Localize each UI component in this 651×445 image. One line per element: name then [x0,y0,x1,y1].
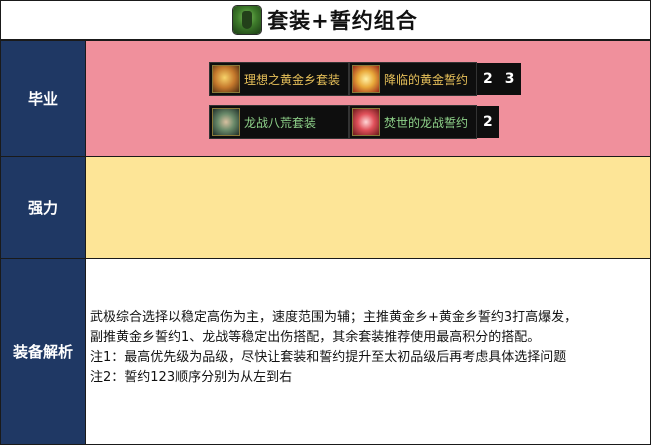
row-biye: 毕业 理想之黄金乡套装 降临的黄金誓约 2 3 龙战八荒套装 焚世的龙战誓约 2 [1,41,650,157]
combo-line-2: 龙战八荒套装 焚世的龙战誓约 2 [210,106,499,138]
combo-table: 套装+誓约组合 毕业 理想之黄金乡套装 降临的黄金誓约 2 3 龙战八荒套装 焚… [0,0,651,445]
oath-rank-box: 2 [477,106,499,138]
oath-name: 焚世的龙战誓约 [384,115,469,130]
red-orb-icon [352,108,381,136]
title-bar: 套装+誓约组合 [1,1,650,41]
suit-name: 龙战八荒套装 [244,115,317,130]
oath-item[interactable]: 焚世的龙战誓约 [350,106,477,138]
row-content-biye: 理想之黄金乡套装 降临的黄金誓约 2 3 龙战八荒套装 焚世的龙战誓约 2 [86,41,650,156]
oath-item[interactable]: 降临的黄金誓约 [350,63,477,95]
combo-line-1: 理想之黄金乡套装 降临的黄金誓约 2 3 [210,63,521,95]
golden-beast-icon [212,65,240,93]
row-qiangli: 强力 [1,157,650,259]
analysis-line: 副推黄金乡誓约1、龙战等稳定出伤搭配，其余套装推荐使用最高积分的搭配。 [90,330,541,345]
oath-rank: 3 [504,71,515,87]
row-label-qiangli: 强力 [1,157,86,258]
oath-rank-box: 2 3 [477,63,521,95]
analysis-line: 武极综合选择以稳定高伤为主，速度范围为辅；主推黄金乡+黄金乡誓约3打高爆发， [90,310,578,325]
page-title: 套装+誓约组合 [267,9,418,33]
row-content-jiexi: 武极综合选择以稳定高伤为主，速度范围为辅；主推黄金乡+黄金乡誓约3打高爆发， 副… [86,259,650,444]
oath-rank: 2 [483,114,493,130]
oath-name: 降临的黄金誓约 [384,72,469,87]
oath-rank: 2 [483,71,493,87]
row-label-jiexi: 装备解析 [1,259,86,444]
green-armor-icon [233,6,262,34]
suit-item[interactable]: 理想之黄金乡套装 [210,63,349,95]
dragon-icon [212,108,240,136]
suit-item[interactable]: 龙战八荒套装 [210,106,349,138]
row-jiexi: 装备解析 武极综合选择以稳定高伤为主，速度范围为辅；主推黄金乡+黄金乡誓约3打高… [1,259,650,444]
golden-crest-icon [352,65,381,93]
row-label-biye: 毕业 [1,41,86,156]
row-content-qiangli [86,157,650,258]
suit-name: 理想之黄金乡套装 [244,72,341,87]
analysis-note: 注1：最高优先级为品级，尽快让套装和誓约提升至太初品级后再考虑具体选择问题 [90,350,567,365]
analysis-note: 注2：誓约123顺序分别为从左到右 [90,370,293,385]
analysis-text: 武极综合选择以稳定高伤为主，速度范围为辅；主推黄金乡+黄金乡誓约3打高爆发， 副… [90,308,644,388]
